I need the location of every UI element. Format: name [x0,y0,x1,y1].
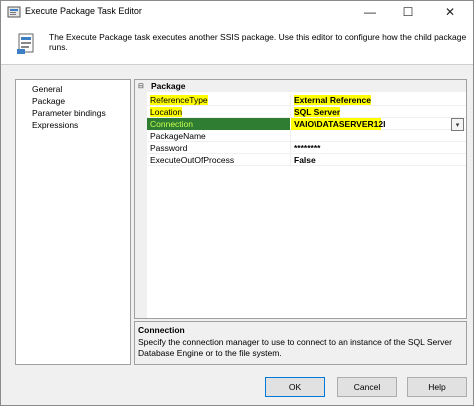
property-name: PackageName [150,131,206,141]
category-label: Package [151,81,186,91]
property-row-location[interactable]: Location SQL Server [147,106,466,118]
property-value[interactable]: SQL Server [294,107,341,117]
cancel-button[interactable]: Cancel [337,377,397,397]
nav-item-parameter-bindings[interactable]: Parameter bindings [32,108,106,118]
ok-button[interactable]: OK [265,377,325,397]
property-name: ReferenceType [150,95,208,105]
property-row-password[interactable]: Password ******** [147,142,466,154]
maximize-button[interactable]: ☐ [391,1,425,23]
property-value[interactable]: External Reference [294,95,372,105]
dialog-window: Execute Package Task Editor — ☐ ✕ The Ex… [0,0,474,406]
property-row-connection[interactable]: Connection VAIO\DATASERVER12I [147,118,466,130]
collapse-icon[interactable]: ⊟ [138,82,144,90]
category-row-package[interactable]: ⊟ Package [135,80,466,92]
nav-item-package[interactable]: Package [32,96,65,106]
execute-package-icon [17,33,34,54]
minimize-button[interactable]: — [353,1,387,23]
window-title: Execute Package Task Editor [25,6,142,16]
nav-item-general[interactable]: General [32,84,62,94]
property-grid: ⊟ Package ReferenceType External Referen… [134,79,467,319]
description-body: Specify the connection manager to use to… [138,337,452,358]
column-divider [290,142,291,154]
header-description: The Execute Package task executes anothe… [49,32,467,52]
column-divider [290,154,291,166]
grid-gutter [135,80,147,318]
nav-item-expressions[interactable]: Expressions [32,120,78,130]
property-row-packagename[interactable]: PackageName [147,130,466,142]
close-button[interactable]: ✕ [433,1,467,23]
chevron-down-icon: ▾ [455,121,460,129]
property-value[interactable]: ******** [294,143,320,153]
property-row-executeoutofprocess[interactable]: ExecuteOutOfProcess False [147,154,466,166]
description-panel: Connection Specify the connection manage… [134,321,467,365]
description-title: Connection [138,325,185,335]
property-value[interactable]: False [294,155,316,165]
property-row-referencetype[interactable]: ReferenceType External Reference [147,94,466,106]
help-button[interactable]: Help [407,377,467,397]
property-name: ExecuteOutOfProcess [150,155,235,165]
package-icon [7,6,21,18]
title-bar[interactable]: Execute Package Task Editor — ☐ ✕ [1,1,473,23]
column-divider [290,106,291,118]
nav-pane: General Package Parameter bindings Expre… [15,79,131,365]
column-divider [290,130,291,142]
property-name: Password [150,143,188,153]
property-value[interactable]: VAIO\DATASERVER12I [294,119,385,129]
property-name: Connection [150,119,194,129]
property-name: Location [150,107,183,117]
column-divider [290,94,291,106]
dialog-header: The Execute Package task executes anothe… [1,23,473,65]
connection-dropdown-button[interactable]: ▾ [451,118,464,131]
